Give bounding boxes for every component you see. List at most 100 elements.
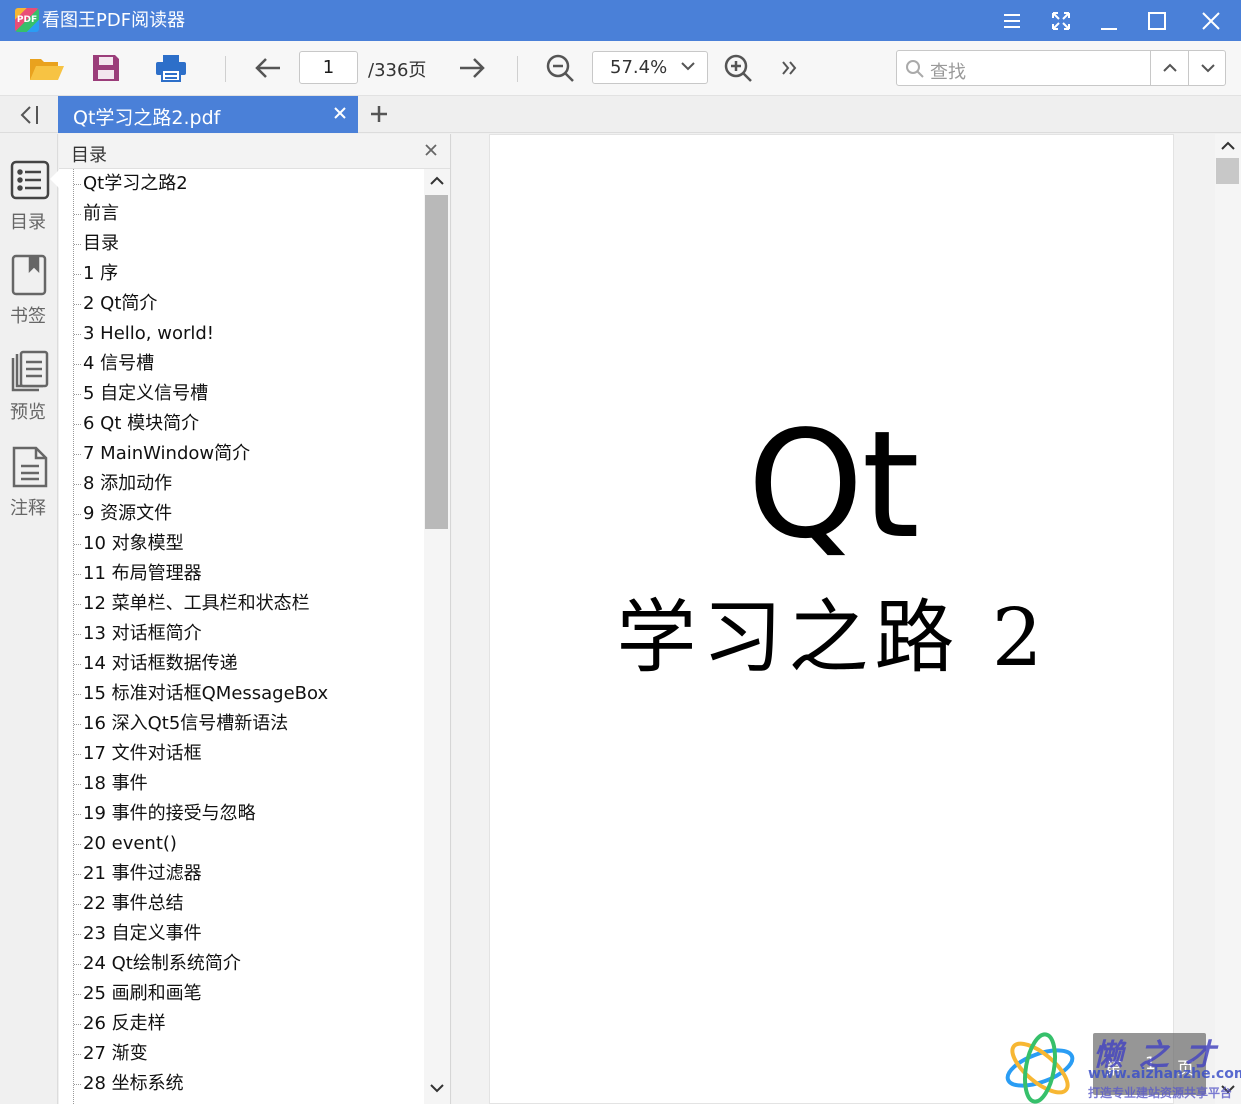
toolbar-divider xyxy=(517,56,518,82)
next-page-button[interactable] xyxy=(452,49,492,87)
rail-label: 预览 xyxy=(10,402,46,423)
cover-title: Qt xyxy=(747,399,920,571)
toc-scrollbar[interactable] xyxy=(424,169,450,1104)
toc-item[interactable]: 24 Qt绘制系统简介 xyxy=(74,949,241,979)
scroll-up-icon[interactable] xyxy=(1221,141,1235,151)
toc-item[interactable]: 10 对象模型 xyxy=(74,529,184,559)
toc-item[interactable]: 20 event() xyxy=(74,829,177,859)
scroll-up-icon[interactable] xyxy=(430,176,444,186)
print-button[interactable] xyxy=(151,49,191,87)
toc-item[interactable]: 22 事件总结 xyxy=(74,889,184,919)
toc-item[interactable]: 6 Qt 模块简介 xyxy=(73,409,199,439)
zoom-out-button[interactable] xyxy=(540,49,580,87)
zoom-in-button[interactable] xyxy=(718,49,758,87)
toc-item[interactable]: 14 对话框数据传递 xyxy=(74,649,238,679)
page-indicator: 第 1 页 xyxy=(1093,1033,1206,1095)
search-next-button[interactable] xyxy=(1188,51,1226,85)
scroll-down-icon[interactable] xyxy=(430,1083,444,1093)
title-bar: PDF 看图王PDF阅读器 xyxy=(0,0,1241,41)
toc-item[interactable]: 21 事件过滤器 xyxy=(74,859,202,889)
search-prev-button[interactable] xyxy=(1150,51,1188,85)
chevron-up-icon xyxy=(1162,63,1177,72)
toc-item[interactable]: 13 对话框简介 xyxy=(74,619,202,649)
scroll-down-icon[interactable] xyxy=(1221,1084,1235,1094)
arrow-left-icon xyxy=(255,58,280,78)
toc-item[interactable]: 19 事件的接受与忽略 xyxy=(74,799,256,829)
toc-panel: 目录 Qt学习之路2 前言 目录 1 序2 Qt简介 3 Hello, world! 4 … xyxy=(59,134,451,1104)
toc-item[interactable]: 1 序 xyxy=(73,259,118,289)
rail-item-notes[interactable]: 注释 xyxy=(0,446,58,528)
toc-item[interactable]: 9 资源文件 xyxy=(73,499,172,529)
toc-item[interactable]: 12 菜单栏、工具栏和状态栏 xyxy=(74,589,310,619)
tab-bar: Qt学习之路2.pdf xyxy=(0,96,1241,133)
toc-scroll-thumb[interactable] xyxy=(425,195,448,529)
rail-active-indicator xyxy=(50,170,59,188)
toc-item[interactable]: 18 事件 xyxy=(74,769,148,799)
zoom-select[interactable]: 57.4% xyxy=(592,51,708,84)
toc-header: 目录 xyxy=(59,134,450,169)
zoom-value: 57.4% xyxy=(610,57,668,78)
document-scroll-thumb[interactable] xyxy=(1216,158,1239,184)
arrow-right-icon xyxy=(460,58,485,78)
more-tools-button[interactable] xyxy=(769,49,809,87)
open-file-button[interactable] xyxy=(26,49,66,87)
fullscreen-button[interactable] xyxy=(1038,0,1084,41)
rail-label: 目录 xyxy=(10,212,46,233)
page-indicator-prefix: 第 xyxy=(1105,1059,1122,1079)
maximize-button[interactable] xyxy=(1134,0,1180,41)
document-scrollbar[interactable] xyxy=(1215,134,1241,1104)
collapse-left-icon xyxy=(20,106,38,124)
toc-item[interactable]: 23 自定义事件 xyxy=(74,919,202,949)
toc-item[interactable]: 16 深入Qt5信号槽新语法 xyxy=(73,709,288,739)
minimize-icon xyxy=(1101,27,1117,30)
toc-item[interactable]: Qt学习之路2 xyxy=(74,169,188,199)
previous-page-button[interactable] xyxy=(248,49,288,87)
folder-open-icon xyxy=(30,59,64,80)
main-menu-button[interactable] xyxy=(990,0,1036,41)
toc-item[interactable]: 26 反走样 xyxy=(74,1009,166,1039)
chevron-down-icon xyxy=(1200,64,1215,73)
double-chevron-right-icon xyxy=(782,61,797,75)
search-input[interactable]: 查找 xyxy=(896,50,1226,86)
close-window-button[interactable] xyxy=(1188,0,1234,41)
toolbar: 1 /336页 57.4% 查找 xyxy=(0,41,1241,96)
toc-item[interactable]: 4 信号槽 xyxy=(73,349,154,379)
rail-label: 书签 xyxy=(10,306,46,327)
cover-subtitle: 学习之路 2 xyxy=(616,591,1049,684)
toc-item[interactable]: 11 布局管理器 xyxy=(74,559,202,589)
new-tab-button[interactable] xyxy=(368,102,390,126)
fullscreen-icon xyxy=(1052,11,1070,30)
toc-item[interactable]: 5 自定义信号槽 xyxy=(73,379,208,409)
toc-item[interactable]: 目录 xyxy=(74,229,119,259)
page-total-label: /336页 xyxy=(368,60,427,81)
document-view[interactable]: Qt 学习之路 2 xyxy=(452,134,1215,1104)
tab-label: Qt学习之路2.pdf xyxy=(73,107,221,129)
toc-item[interactable]: 25 画刷和画笔 xyxy=(74,979,202,1009)
list-icon xyxy=(10,160,50,200)
toc-item[interactable]: 7 MainWindow简介 xyxy=(73,439,250,469)
collapse-sidebar-button[interactable] xyxy=(14,103,44,127)
toc-item[interactable]: 17 文件对话框 xyxy=(74,739,202,769)
rail-item-bookmarks[interactable]: 书签 xyxy=(0,254,58,336)
toc-item[interactable]: 8 添加动作 xyxy=(73,469,172,499)
app-logo-icon: PDF xyxy=(15,8,39,32)
notes-icon xyxy=(12,446,48,488)
toc-list: Qt学习之路2 前言 目录 1 序2 Qt简介 3 Hello, world! 4 信号槽… xyxy=(59,169,424,1104)
toc-item[interactable]: 2 Qt简介 xyxy=(73,289,157,319)
close-tab-icon[interactable] xyxy=(333,106,347,120)
page-number-input[interactable]: 1 xyxy=(299,51,358,84)
thumbnails-icon xyxy=(11,350,49,392)
toc-item[interactable]: 3 Hello, world! xyxy=(73,319,214,349)
save-button[interactable] xyxy=(86,49,126,87)
rail-item-preview[interactable]: 预览 xyxy=(0,350,58,432)
minimize-button[interactable] xyxy=(1086,0,1132,41)
toc-item[interactable]: 15 标准对话框QMessageBox xyxy=(73,679,328,709)
toc-item[interactable]: 前言 xyxy=(74,199,119,229)
toc-item[interactable]: 28 坐标系统 xyxy=(74,1069,184,1099)
chevron-down-icon xyxy=(681,62,695,71)
page-indicator-number: 1 xyxy=(1145,1054,1156,1074)
sidebar-rail: 目录 书签 预览 注释 xyxy=(0,134,58,1104)
close-panel-icon[interactable] xyxy=(425,144,437,156)
tab-document[interactable]: Qt学习之路2.pdf xyxy=(58,96,358,133)
toc-item[interactable]: 27 渐变 xyxy=(74,1039,148,1069)
